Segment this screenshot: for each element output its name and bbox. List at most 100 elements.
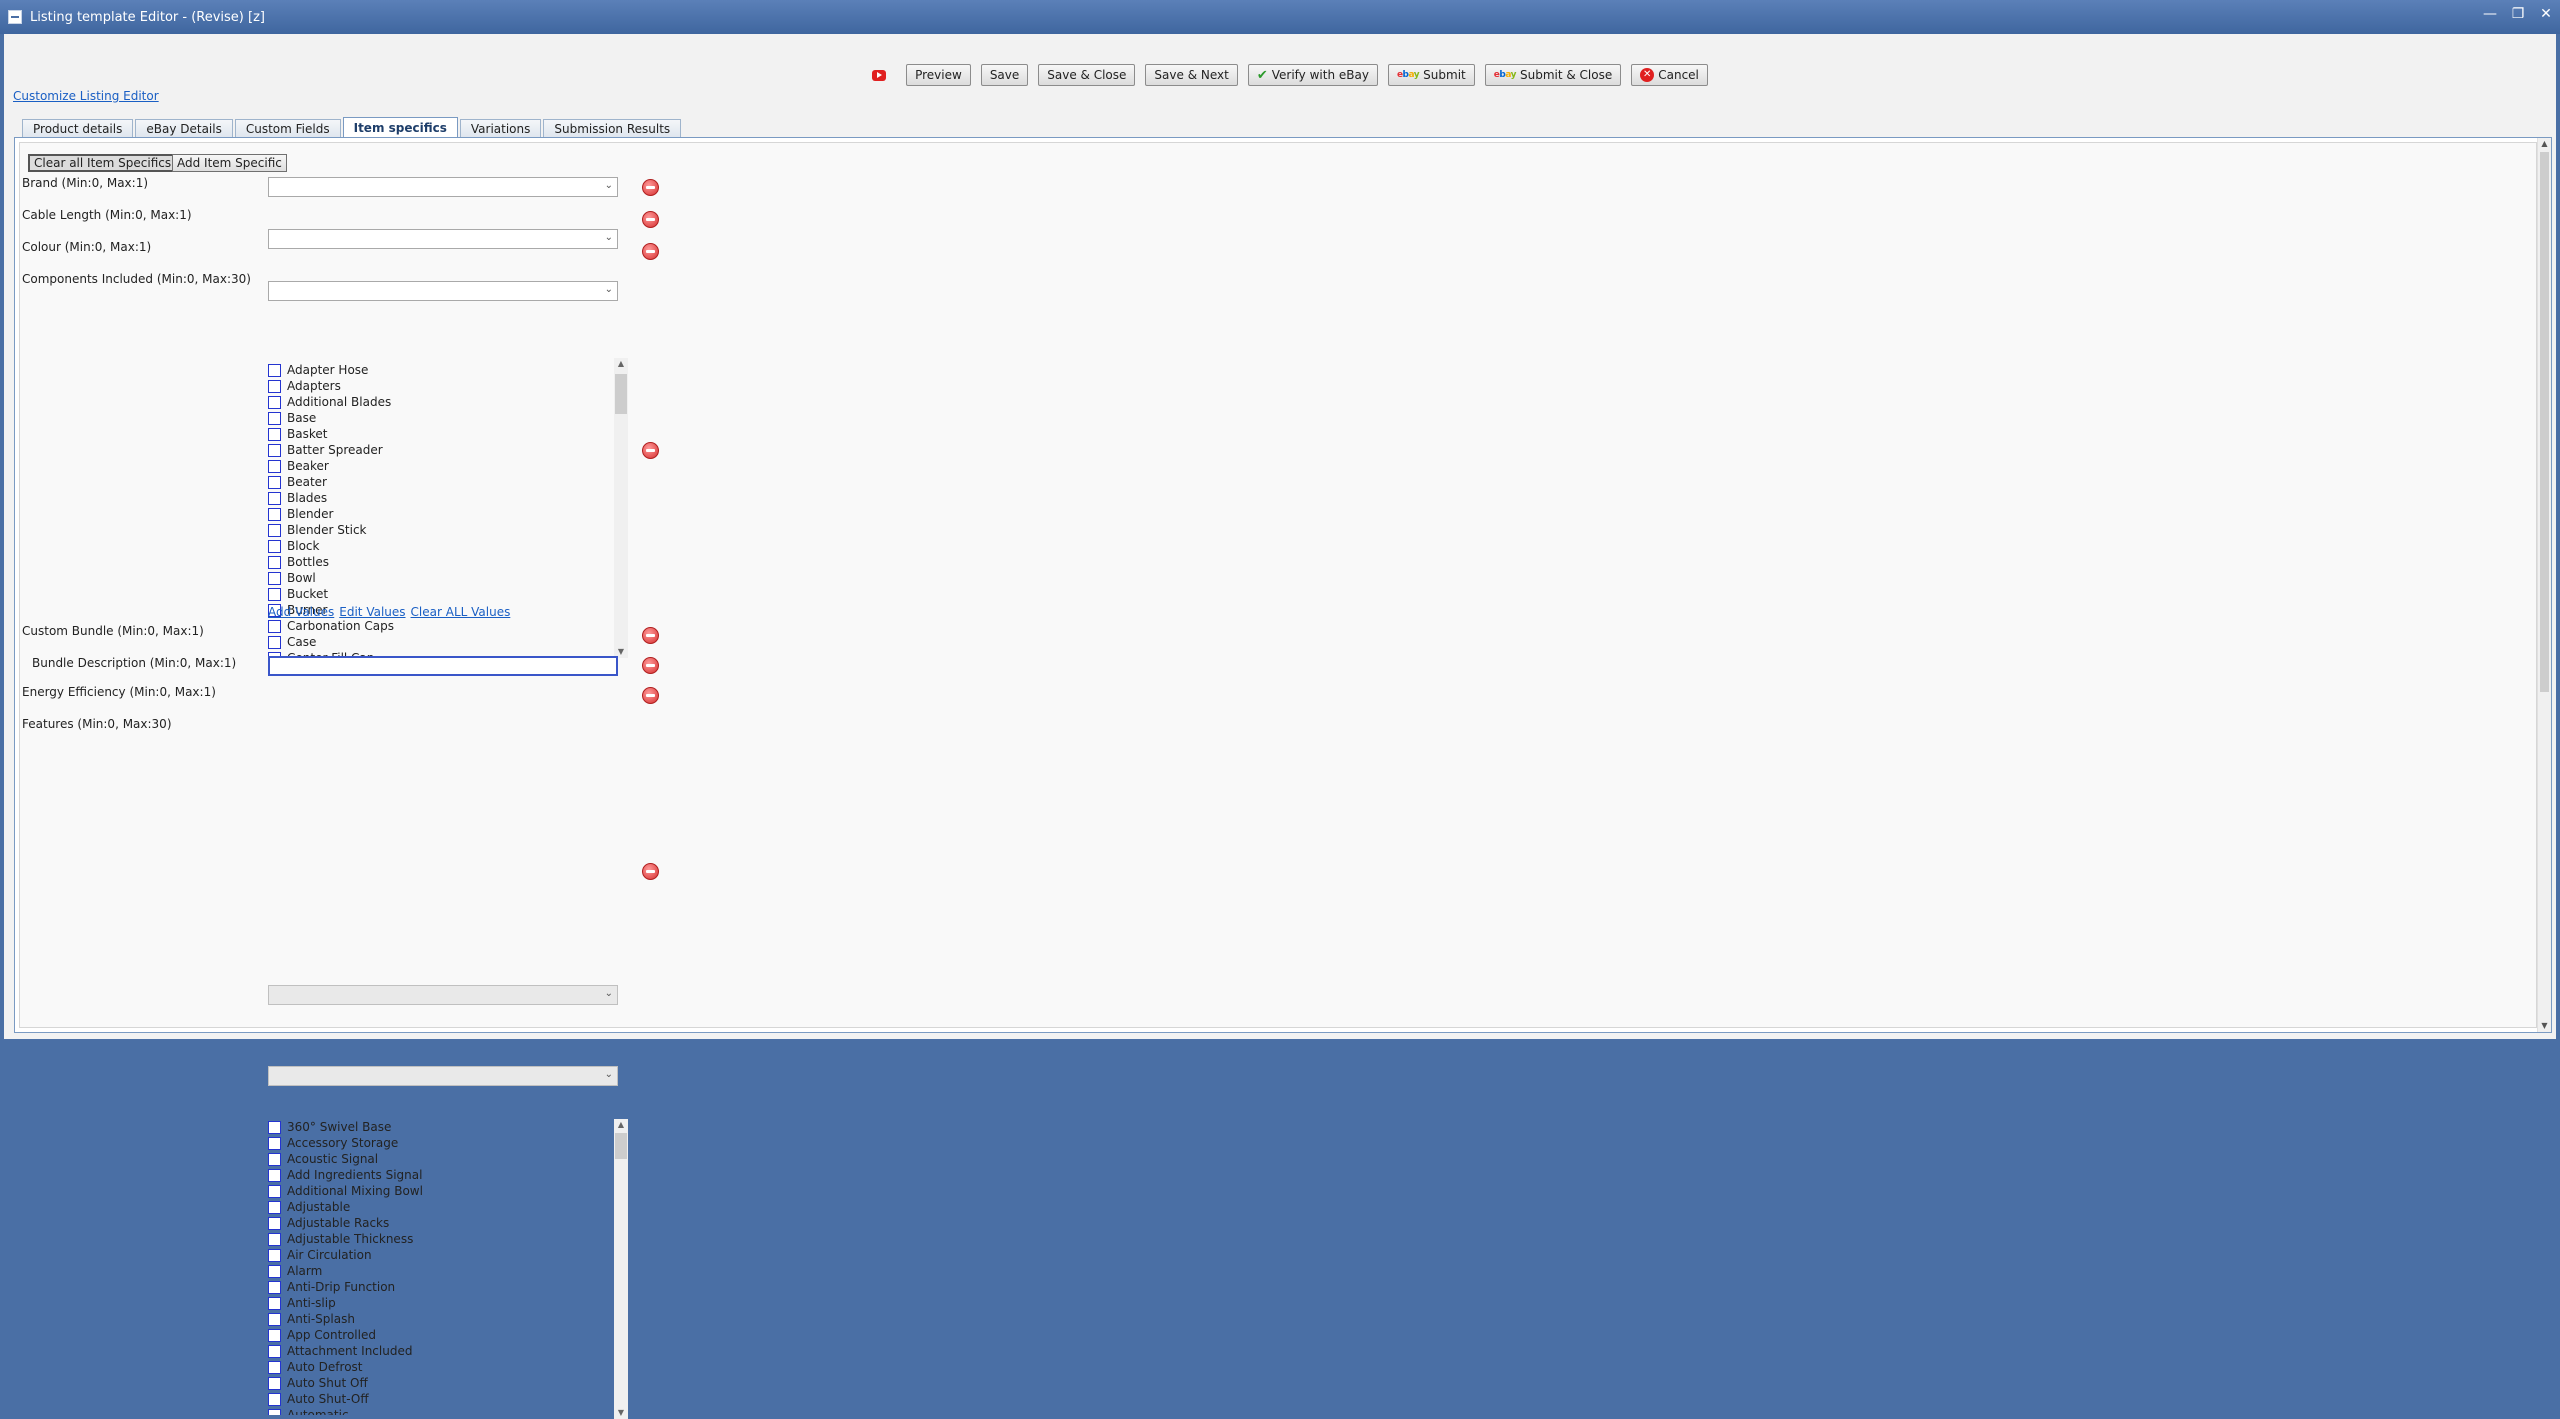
remove-features-button[interactable] (642, 863, 659, 880)
checklist-item[interactable]: Auto Shut-Off (268, 1391, 608, 1407)
checkbox[interactable] (268, 1248, 281, 1262)
remove-custom-bundle-button[interactable] (642, 627, 659, 644)
checkbox[interactable] (268, 411, 281, 425)
checkbox[interactable] (268, 1264, 281, 1278)
checkbox[interactable] (268, 1136, 281, 1150)
checklist-item[interactable]: Alarm (268, 1263, 608, 1279)
remove-brand-button[interactable] (642, 179, 659, 196)
checkbox[interactable] (268, 1344, 281, 1358)
checkbox[interactable] (268, 1312, 281, 1326)
submit-button[interactable]: ebay Submit (1387, 64, 1475, 86)
checkbox[interactable] (268, 443, 281, 457)
checklist-item[interactable]: Additional Mixing Bowl (268, 1183, 608, 1199)
checklist-item[interactable]: Blender Stick (268, 522, 608, 538)
checklist-item[interactable]: Batter Spreader (268, 442, 608, 458)
tab-submission-results[interactable]: Submission Results (543, 119, 682, 137)
youtube-icon[interactable] (872, 69, 887, 81)
colour-combo[interactable]: ⌄ (268, 281, 618, 301)
checklist-item[interactable]: App Controlled (268, 1327, 608, 1343)
preview-button[interactable]: Preview (906, 64, 971, 86)
checkbox[interactable] (268, 395, 281, 409)
scroll-thumb[interactable] (615, 374, 627, 414)
tab-ebay-details[interactable]: eBay Details (135, 119, 233, 137)
checklist-item[interactable]: Additional Blades (268, 394, 608, 410)
checkbox[interactable] (268, 1120, 281, 1134)
remove-energy-efficiency-button[interactable] (642, 687, 659, 704)
checklist-item[interactable]: Blades (268, 490, 608, 506)
checklist-item[interactable]: Beaker (268, 458, 608, 474)
checkbox[interactable] (268, 379, 281, 393)
checkbox[interactable] (268, 619, 281, 633)
checkbox[interactable] (268, 507, 281, 521)
energy-efficiency-combo[interactable]: ⌄ (268, 1066, 618, 1086)
brand-combo[interactable]: ⌄ (268, 177, 618, 197)
checklist-item[interactable]: Base (268, 410, 608, 426)
checkbox[interactable] (268, 1168, 281, 1182)
checkbox[interactable] (268, 459, 281, 473)
checkbox[interactable] (268, 427, 281, 441)
checkbox[interactable] (268, 475, 281, 489)
scroll-up-icon[interactable]: ▲ (614, 1119, 628, 1131)
remove-components-button[interactable] (642, 442, 659, 459)
checklist-item[interactable]: Bucket (268, 586, 608, 602)
tab-custom-fields[interactable]: Custom Fields (234, 119, 341, 137)
checklist-item[interactable]: Anti-slip (268, 1295, 608, 1311)
save-button[interactable]: Save (980, 64, 1029, 86)
checkbox[interactable] (268, 1184, 281, 1198)
checklist-item[interactable]: Add Ingredients Signal (268, 1167, 608, 1183)
verify-ebay-button[interactable]: ✔ Verify with eBay (1247, 64, 1378, 86)
checkbox[interactable] (268, 1360, 281, 1374)
bundle-description-input[interactable] (268, 656, 618, 676)
remove-colour-button[interactable] (642, 243, 659, 260)
checkbox[interactable] (268, 587, 281, 601)
checkbox[interactable] (268, 491, 281, 505)
edit-values-link[interactable]: Edit Values (339, 605, 405, 619)
remove-bundle-description-button[interactable] (642, 657, 659, 674)
checklist-item[interactable]: Blender (268, 506, 608, 522)
checklist-item[interactable]: Adapter Hose (268, 362, 608, 378)
checklist-item[interactable]: Bottles (268, 554, 608, 570)
minimize-icon[interactable]: — (2482, 6, 2498, 22)
panel-scrollbar[interactable]: ▲ ▼ (2537, 138, 2551, 1032)
checklist-item[interactable]: Adjustable Thickness (268, 1231, 608, 1247)
checklist-item[interactable]: Auto Shut Off (268, 1375, 608, 1391)
checklist-item[interactable]: Bowl (268, 570, 608, 586)
submit-close-button[interactable]: ebay Submit & Close (1484, 64, 1622, 86)
checklist-item[interactable]: Adjustable (268, 1199, 608, 1215)
save-next-button[interactable]: Save & Next (1145, 64, 1238, 86)
checkbox[interactable] (268, 1296, 281, 1310)
close-icon[interactable]: ✕ (2538, 6, 2554, 22)
checkbox[interactable] (268, 1392, 281, 1406)
checkbox[interactable] (268, 363, 281, 377)
checklist-item[interactable]: Automatic (268, 1407, 608, 1415)
add-item-specific-button[interactable]: Add Item Specific (172, 154, 287, 172)
checkbox[interactable] (268, 1280, 281, 1294)
clear-all-values-link[interactable]: Clear ALL Values (411, 605, 511, 619)
scroll-down-icon[interactable]: ▼ (2538, 1020, 2551, 1032)
panel-scroll-thumb[interactable] (2540, 152, 2549, 692)
checklist-item[interactable]: Beater (268, 474, 608, 490)
tab-item-specifics[interactable]: Item specifics (342, 117, 458, 138)
features-checklist[interactable]: 360° Swivel Base Accessory Storage Acousti… (268, 1119, 628, 1419)
checklist-item[interactable]: Carbonation Caps (268, 618, 608, 634)
checkbox[interactable] (268, 1200, 281, 1214)
custom-bundle-combo[interactable]: ⌄ (268, 985, 618, 1005)
checklist-item[interactable]: Adjustable Racks (268, 1215, 608, 1231)
checkbox[interactable] (268, 635, 281, 649)
checklist-item[interactable]: Attachment Included (268, 1343, 608, 1359)
features-scrollbar[interactable]: ▲ ▼ (614, 1119, 628, 1419)
checklist-item[interactable]: Air Circulation (268, 1247, 608, 1263)
tab-variations[interactable]: Variations (459, 119, 542, 137)
scroll-thumb[interactable] (615, 1133, 627, 1159)
checklist-item[interactable]: Anti-Splash (268, 1311, 608, 1327)
scroll-down-icon[interactable]: ▼ (614, 1407, 628, 1419)
checkbox[interactable] (268, 571, 281, 585)
checkbox[interactable] (268, 523, 281, 537)
checkbox[interactable] (268, 1328, 281, 1342)
clear-all-specifics-button[interactable]: Clear all Item Specifics (28, 154, 178, 172)
customize-editor-link[interactable]: Customize Listing Editor (13, 89, 159, 103)
checkbox[interactable] (268, 1408, 281, 1415)
checklist-item[interactable]: Accessory Storage (268, 1135, 608, 1151)
scroll-up-icon[interactable]: ▲ (2538, 138, 2551, 150)
checkbox[interactable] (268, 555, 281, 569)
